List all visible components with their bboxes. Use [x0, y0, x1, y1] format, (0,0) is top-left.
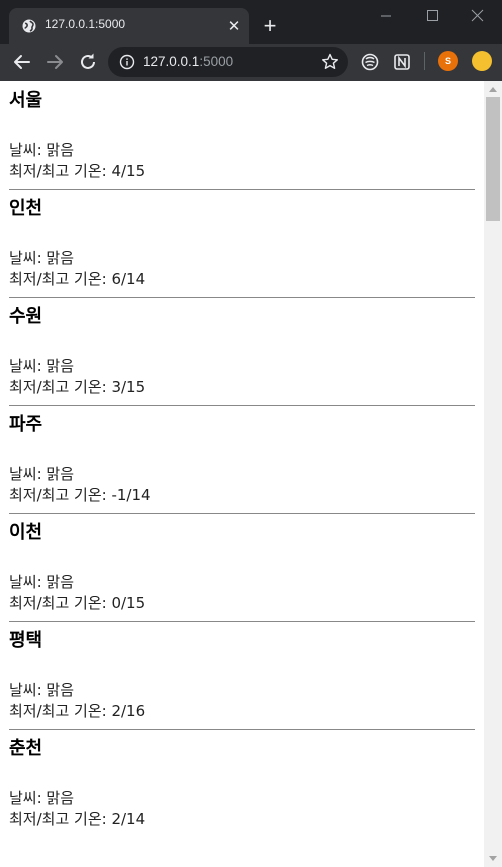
extension-avatar-icon[interactable] [472, 51, 492, 71]
city-weather-item: 이천날씨: 맑음최저/최고 기온: 0/15 [9, 519, 475, 614]
weather-text: 날씨: 맑음 [9, 249, 75, 267]
city-weather-item: 춘천날씨: 맑음최저/최고 기온: 2/14 [9, 735, 475, 830]
city-weather-item: 인천날씨: 맑음최저/최고 기온: 6/14 [9, 195, 475, 290]
weather-text: 날씨: 맑음 [9, 357, 75, 375]
tab-title: 127.0.0.1:5000 [45, 17, 126, 31]
divider [9, 189, 475, 190]
close-tab-icon[interactable]: ✕ [225, 17, 243, 35]
info-icon[interactable] [119, 54, 135, 70]
divider [9, 729, 475, 730]
city-name: 서울 [9, 90, 43, 111]
temperature-text: 최저/최고 기온: 4/15 [9, 162, 146, 180]
temperature-text: 최저/최고 기온: 6/14 [9, 270, 146, 288]
vertical-scrollbar[interactable] [484, 81, 502, 867]
divider [9, 297, 475, 298]
extension-icon[interactable] [360, 52, 380, 72]
maximize-icon[interactable] [412, 4, 452, 28]
city-name: 인천 [9, 198, 43, 219]
address-bar[interactable]: 127.0.0.1:5000 [108, 47, 348, 77]
city-weather-item: 서울날씨: 맑음최저/최고 기온: 4/15 [9, 87, 475, 182]
title-bar: 127.0.0.1:5000 ✕ + [0, 0, 502, 44]
divider [9, 621, 475, 622]
scroll-down-icon[interactable] [489, 856, 497, 861]
toolbar-divider [424, 52, 425, 70]
city-name: 파주 [9, 414, 43, 435]
temperature-text: 최저/최고 기온: 3/15 [9, 378, 146, 396]
weather-text: 날씨: 맑음 [9, 141, 75, 159]
city-name: 수원 [9, 306, 43, 327]
divider [9, 405, 475, 406]
city-weather-list: 서울 날씨: 맑음 최저/최고 기온: 4/15 인천 날씨: 맑음 최저/최고 기온: … [0, 81, 484, 830]
temperature-text: 최저/최고 기온: 0/15 [9, 594, 146, 612]
divider [9, 513, 475, 514]
url-host: 127.0.0.1 [143, 54, 200, 69]
star-icon[interactable] [320, 52, 340, 72]
city-weather-item: 파주날씨: 맑음최저/최고 기온: -1/14 [9, 411, 475, 506]
browser-toolbar: 127.0.0.1:5000 [0, 44, 502, 81]
url-text[interactable]: 127.0.0.1:5000 [143, 54, 233, 69]
scroll-up-icon[interactable] [489, 87, 497, 92]
scrollbar-thumb[interactable] [486, 97, 500, 221]
globe-icon [22, 19, 36, 33]
browser-tab[interactable]: 127.0.0.1:5000 ✕ [9, 8, 249, 44]
temperature-text: 최저/최고 기온: 2/16 [9, 702, 146, 720]
reload-icon[interactable] [76, 50, 100, 74]
temperature-text: 최저/최고 기온: 2/14 [9, 810, 146, 828]
notion-icon[interactable] [392, 52, 412, 72]
city-name: 평택 [9, 630, 43, 651]
city-weather-item: 평택날씨: 맑음최저/최고 기온: 2/16 [9, 627, 475, 722]
weather-text: 날씨: 맑음 [9, 681, 75, 699]
temperature-text: 최저/최고 기온: -1/14 [9, 486, 151, 504]
arrow-right-icon[interactable] [43, 50, 67, 74]
weather-text: 날씨: 맑음 [9, 465, 75, 483]
new-tab-button[interactable]: + [260, 15, 280, 37]
weather-text: 날씨: 맑음 [9, 789, 75, 807]
city-weather-item: 수원날씨: 맑음최저/최고 기온: 3/15 [9, 303, 475, 398]
weather-text: 날씨: 맑음 [9, 573, 75, 591]
close-window-icon[interactable] [458, 4, 498, 28]
arrow-left-icon[interactable] [10, 50, 34, 74]
url-port: :5000 [199, 54, 234, 69]
minimize-icon[interactable] [366, 4, 406, 28]
city-name: 이천 [9, 522, 43, 543]
city-name: 춘천 [9, 738, 43, 759]
page-viewport: 서울 날씨: 맑음 최저/최고 기온: 4/15 인천 날씨: 맑음 최저/최고 기온: … [0, 81, 484, 867]
profile-avatar[interactable]: S [438, 51, 458, 71]
